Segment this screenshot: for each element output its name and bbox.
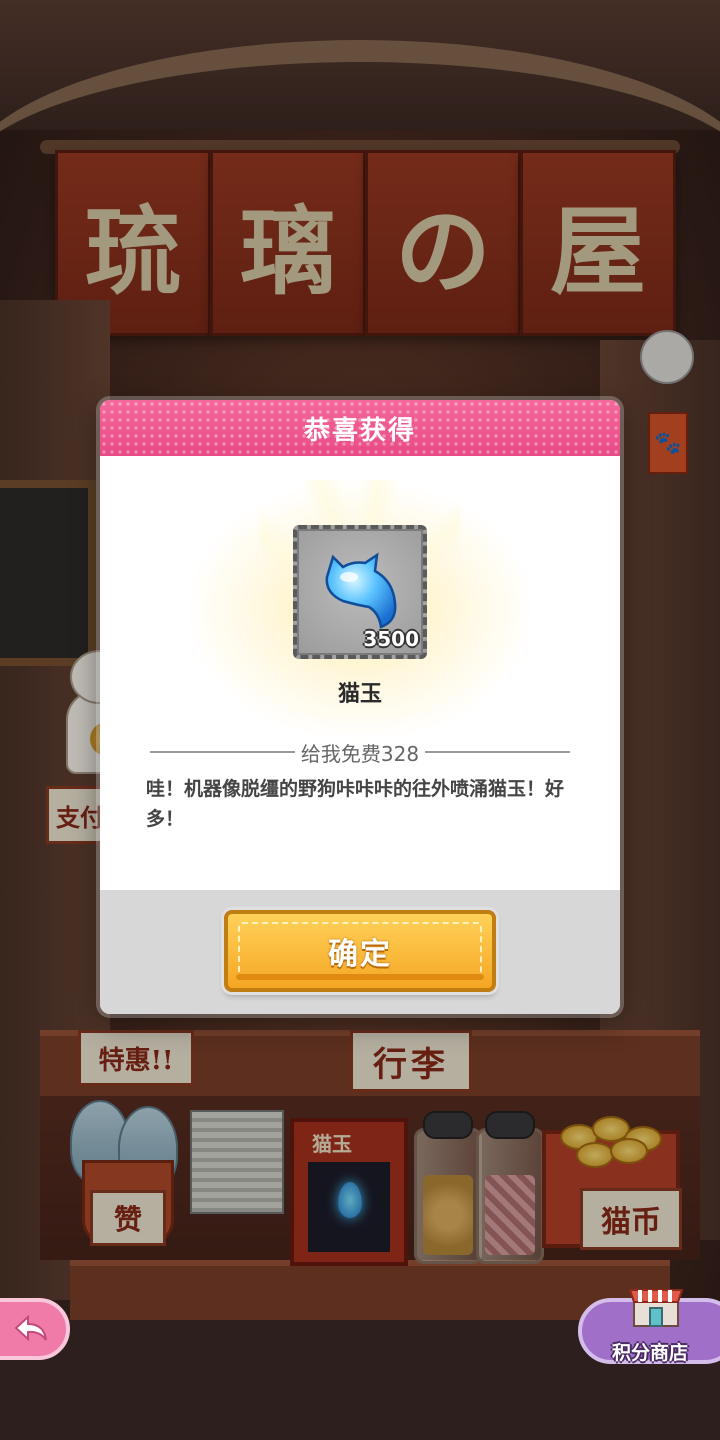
cat-gem-icon xyxy=(325,552,397,629)
dialog-footer: 确定 xyxy=(100,890,620,1014)
reward-item-card[interactable]: 3500 xyxy=(293,525,427,659)
reward-item-name: 猫玉 xyxy=(337,682,382,707)
confirm-button-label: 确定 xyxy=(328,937,392,972)
points-shop-button[interactable]: 积分商店 xyxy=(578,1289,720,1364)
reward-source-text: 给我免费328 xyxy=(300,741,420,766)
dialog-header: 恭喜获得 xyxy=(100,400,620,456)
reward-dialog: 恭喜获得 3500 猫玉 给我免费328 哇！机器像脱缰的野狗咔咔咔的往外喷涌猫… xyxy=(100,400,620,1014)
shop-icon xyxy=(628,1289,684,1327)
reward-description: 哇！机器像脱缰的野狗咔咔咔的往外喷涌猫玉！好多！ xyxy=(146,778,565,830)
dialog-title: 恭喜获得 xyxy=(303,415,416,446)
reward-source: 给我免费328 xyxy=(150,738,570,766)
back-arrow-icon xyxy=(14,1314,47,1342)
points-shop-label: 积分商店 xyxy=(611,1342,688,1364)
divider-left xyxy=(150,751,295,753)
confirm-button[interactable]: 确定 xyxy=(224,910,496,992)
back-button[interactable] xyxy=(0,1298,70,1360)
reward-quantity: 3500 xyxy=(363,627,419,651)
divider-right xyxy=(425,751,570,753)
